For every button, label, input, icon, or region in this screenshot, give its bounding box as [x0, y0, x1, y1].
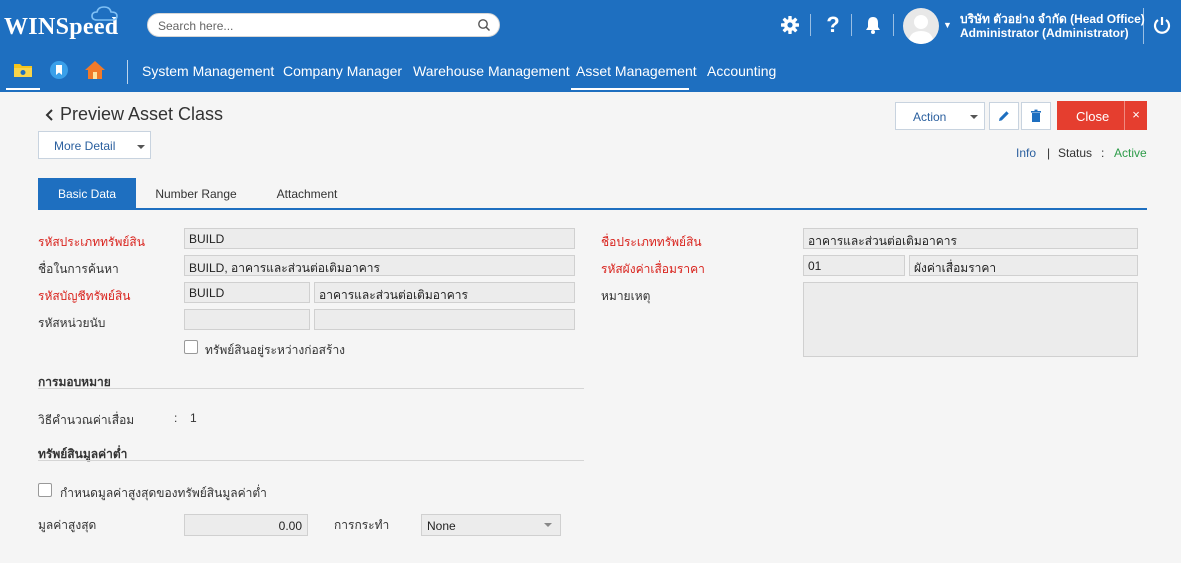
depreciation-method-value: 1 — [190, 411, 197, 425]
asset-class-name-label: ชื่อประเภททรัพย์สิน — [601, 235, 702, 249]
section-divider — [38, 388, 584, 389]
tab-basic-data[interactable]: Basic Data — [38, 178, 136, 210]
home-icon[interactable] — [84, 59, 106, 81]
asset-class-code-label: รหัสประเภททรัพย์สิน — [38, 235, 145, 249]
main-nav: System Management Company Manager Wareho… — [0, 50, 1181, 92]
status-label: Status — [1058, 146, 1093, 160]
header-divider — [851, 14, 852, 36]
status-colon: : — [1101, 146, 1105, 160]
info-separator: | — [1047, 146, 1051, 160]
depreciation-chart-label: รหัสผังค่าเสื่อมราคา — [601, 262, 705, 276]
search-name-field[interactable]: BUILD, อาคารและส่วนต่อเติมอาคาร — [184, 255, 575, 276]
tab-number-range[interactable]: Number Range — [141, 178, 251, 210]
depreciation-chart-code-field[interactable]: 01 — [803, 255, 905, 276]
pencil-icon — [999, 111, 1009, 121]
settings-gear-icon[interactable] — [777, 12, 803, 38]
tabs-underline — [38, 208, 1147, 210]
under-construction-checkbox[interactable] — [184, 340, 198, 354]
action-button[interactable]: Action — [895, 102, 985, 130]
action-type-select[interactable]: None — [421, 514, 561, 536]
asset-account-label: รหัสบัญชีทรัพย์สิน — [38, 289, 131, 303]
close-x-button[interactable]: × — [1124, 101, 1147, 130]
more-detail-label: More Detail — [54, 139, 116, 153]
nav-warehouse-management[interactable]: Warehouse Management — [413, 63, 570, 79]
nav-system-management[interactable]: System Management — [142, 63, 274, 79]
trash-icon — [1031, 109, 1041, 122]
status-value: Active — [1114, 146, 1147, 160]
search-name-label: ชื่อในการค้นหา — [38, 262, 119, 276]
power-logout-icon[interactable] — [1149, 12, 1175, 38]
depreciation-chart-name-field[interactable]: ผังค่าเสื่อมราคา — [909, 255, 1138, 276]
action-label: Action — [913, 110, 947, 124]
info-link[interactable]: Info — [1016, 146, 1036, 160]
assignment-heading: การมอบหมาย — [38, 375, 111, 389]
bookmark-icon[interactable] — [48, 59, 70, 81]
search-box[interactable] — [147, 13, 500, 37]
max-value-label: มูลค่าสูงสุด — [38, 518, 97, 532]
under-construction-label: ทรัพย์สินอยู่ระหว่างก่อสร้าง — [205, 343, 346, 357]
unit-code-label: รหัสหน่วยนับ — [38, 316, 106, 330]
nav-active-indicator — [571, 88, 689, 90]
folder-icon[interactable] — [12, 59, 34, 81]
more-detail-button[interactable]: More Detail — [38, 131, 151, 159]
header-divider — [1143, 8, 1144, 44]
unit-name-field[interactable] — [314, 309, 575, 330]
action-type-value: None — [427, 519, 456, 533]
low-value-heading: ทรัพย์สินมูลค่าต่ำ — [38, 447, 128, 461]
nav-company-manager[interactable]: Company Manager — [283, 63, 402, 79]
edit-button[interactable] — [989, 102, 1019, 130]
remark-textarea[interactable] — [803, 282, 1138, 357]
low-value-max-checkbox-label: กำหนดมูลค่าสูงสุดของทรัพย์สินมูลค่าต่ำ — [60, 486, 267, 500]
chevron-down-icon — [970, 115, 978, 119]
page-title: Preview Asset Class — [60, 104, 224, 124]
nav-divider — [127, 60, 128, 84]
top-header: WINSpeed ? — [0, 0, 1181, 50]
max-value-field[interactable]: 0.00 — [184, 514, 308, 536]
asset-account-name-field[interactable]: อาคารและส่วนต่อเติมอาคาร — [314, 282, 575, 303]
action-type-label: การกระทำ — [334, 518, 390, 532]
chevron-down-icon — [137, 145, 145, 149]
nav-accounting[interactable]: Accounting — [707, 63, 776, 79]
asset-account-code-field[interactable]: BUILD — [184, 282, 310, 303]
cloud-icon — [91, 6, 118, 21]
depreciation-method-label: วิธีคำนวณค่าเสื่อม — [38, 413, 135, 427]
nav-asset-management[interactable]: Asset Management — [576, 63, 697, 79]
asset-class-name-field[interactable]: อาคารและส่วนต่อเติมอาคาร — [803, 228, 1138, 249]
back-chevron-left-icon[interactable] — [44, 108, 56, 122]
search-icon[interactable] — [477, 18, 491, 32]
asset-class-code-field[interactable]: BUILD — [184, 228, 575, 249]
help-icon[interactable]: ? — [820, 12, 846, 38]
user-avatar[interactable] — [903, 8, 939, 44]
remark-label: หมายเหตุ — [601, 289, 651, 303]
unit-code-field[interactable] — [184, 309, 310, 330]
header-divider — [810, 14, 811, 36]
user-menu-chevron-down-icon[interactable]: ▼ — [943, 20, 952, 30]
chevron-down-icon — [544, 523, 552, 527]
depreciation-method-colon: : — [174, 411, 178, 425]
low-value-max-checkbox[interactable] — [38, 483, 52, 497]
notification-bell-icon[interactable] — [860, 12, 886, 38]
user-role[interactable]: Administrator (Administrator) — [960, 26, 1129, 40]
nav-icon-underline — [6, 88, 40, 90]
delete-button[interactable] — [1021, 102, 1051, 130]
header-divider — [893, 14, 894, 36]
search-input[interactable] — [158, 17, 468, 34]
close-button[interactable]: Close — [1057, 101, 1124, 130]
tab-attachment[interactable]: Attachment — [260, 178, 354, 210]
section-divider — [38, 460, 584, 461]
